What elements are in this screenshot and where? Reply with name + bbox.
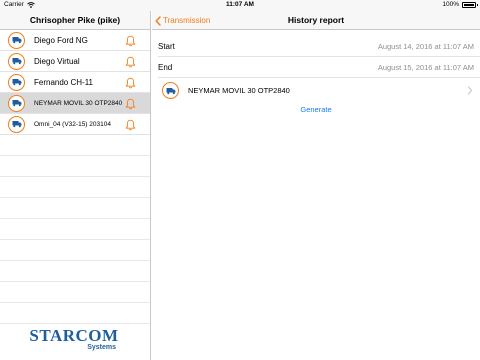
selected-unit-label: NEYMAR MOVIL 30 OTP2840 — [188, 86, 290, 95]
unit-list: Diego Ford NG Diego Virtual Fernando CH-11… — [0, 30, 150, 135]
start-label: Start — [158, 42, 175, 51]
empty-row — [0, 177, 150, 198]
bell-icon[interactable] — [125, 118, 136, 131]
empty-row — [0, 135, 150, 156]
bell-icon[interactable] — [125, 97, 136, 110]
generate-button[interactable]: Generate — [152, 105, 480, 114]
status-bar: Carrier 11:07 AM 100% — [0, 0, 480, 11]
sidebar-title: Chrisopher Pike (pike) — [0, 11, 150, 30]
empty-row — [0, 303, 150, 324]
empty-row — [0, 282, 150, 303]
unit-list-item[interactable]: Diego Ford NG — [0, 30, 150, 51]
bell-icon[interactable] — [125, 76, 136, 89]
end-row[interactable]: End August 15, 2016 at 11:07 AM — [152, 57, 480, 78]
chevron-left-icon — [155, 15, 161, 26]
empty-list-area — [0, 135, 150, 324]
truck-icon — [8, 94, 25, 112]
truck-icon — [8, 31, 25, 49]
nav-bar: Transmission History report — [152, 11, 480, 30]
unit-list-item[interactable]: Omni_04 (V32-15) 203104 — [0, 114, 150, 135]
start-value[interactable]: August 14, 2016 at 11:07 AM — [378, 42, 474, 51]
empty-row — [0, 261, 150, 282]
empty-row — [0, 240, 150, 261]
back-button[interactable]: Transmission — [155, 13, 210, 28]
unit-label: Fernando CH-11 — [34, 77, 93, 87]
battery-fill — [464, 3, 474, 6]
truck-icon — [8, 115, 25, 133]
unit-label: NEYMAR MOVIL 30 OTP2840 — [34, 99, 123, 107]
units-sidebar: Chrisopher Pike (pike) Diego Ford NG Dieg… — [0, 11, 151, 360]
end-value[interactable]: August 15, 2016 at 11:07 AM — [378, 63, 474, 72]
end-label: End — [158, 63, 173, 72]
status-time: 11:07 AM — [226, 1, 254, 8]
unit-list-item[interactable]: NEYMAR MOVIL 30 OTP2840 — [0, 93, 150, 114]
unit-list-item[interactable]: Fernando CH-11 — [0, 72, 150, 93]
unit-label: Diego Virtual — [34, 56, 80, 66]
unit-label: Omni_04 (V32-15) 203104 — [34, 120, 111, 128]
history-report-pane: Transmission History report Start August… — [152, 11, 480, 360]
unit-select-row[interactable]: NEYMAR MOVIL 30 OTP2840 — [152, 79, 480, 102]
battery-icon — [462, 1, 478, 8]
status-right: 100% — [442, 1, 478, 8]
start-row[interactable]: Start August 14, 2016 at 11:07 AM — [152, 36, 480, 57]
logo-sub-text: Systems — [87, 344, 116, 351]
starcom-logo: STARCOM Systems — [28, 326, 120, 356]
unit-label: Diego Ford NG — [34, 35, 88, 45]
back-label: Transmission — [163, 16, 211, 25]
truck-icon — [8, 52, 25, 70]
truck-icon — [8, 73, 25, 91]
truck-icon — [162, 82, 179, 99]
bell-icon[interactable] — [125, 55, 136, 68]
empty-row — [0, 156, 150, 177]
logo-main-text: STARCOM — [29, 326, 119, 345]
battery-percent: 100% — [442, 1, 459, 8]
unit-list-item[interactable]: Diego Virtual — [0, 51, 150, 72]
chevron-right-icon — [467, 86, 473, 95]
empty-row — [0, 198, 150, 219]
empty-row — [0, 219, 150, 240]
bell-icon[interactable] — [125, 34, 136, 47]
